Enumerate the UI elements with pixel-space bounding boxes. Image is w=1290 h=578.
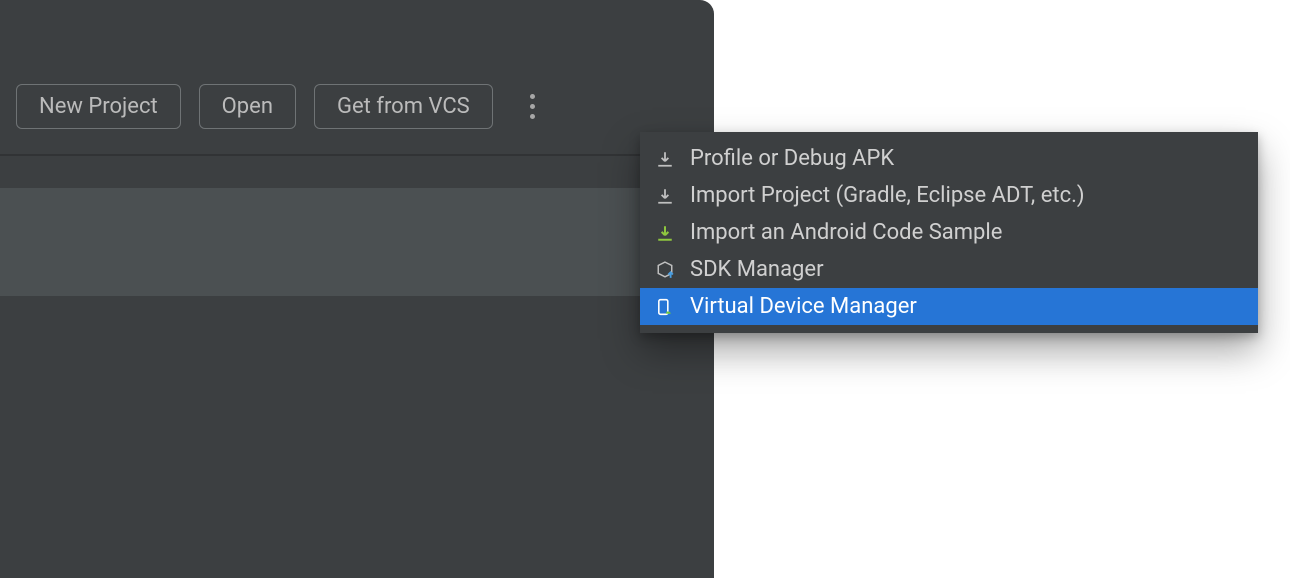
menu-item-label: SDK Manager [690,257,824,282]
menu-item-virtual-device-manager[interactable]: Virtual Device Manager [640,288,1258,325]
android-import-icon [654,222,676,244]
get-from-vcs-button[interactable]: Get from VCS [314,84,493,129]
import-arrow-icon [654,148,676,170]
menu-item-label: Profile or Debug APK [690,146,894,171]
open-button[interactable]: Open [199,84,296,129]
vertical-dots-icon [530,94,535,119]
menu-item-label: Import an Android Code Sample [690,220,1002,245]
toolbar-divider [0,154,714,156]
more-actions-menu: Profile or Debug APK Import Project (Gra… [640,132,1258,333]
virtual-device-icon [654,296,676,318]
recent-project-row[interactable] [0,188,714,296]
menu-item-import-sample[interactable]: Import an Android Code Sample [640,214,1258,251]
new-project-button[interactable]: New Project [16,84,181,129]
menu-item-label: Virtual Device Manager [690,294,917,319]
import-arrow-icon [654,185,676,207]
menu-item-profile-debug-apk[interactable]: Profile or Debug APK [640,140,1258,177]
menu-item-sdk-manager[interactable]: SDK Manager [640,251,1258,288]
menu-item-label: Import Project (Gradle, Eclipse ADT, etc… [690,183,1085,208]
welcome-window: New Project Open Get from VCS [0,0,714,578]
menu-item-import-project[interactable]: Import Project (Gradle, Eclipse ADT, etc… [640,177,1258,214]
more-actions-button[interactable] [517,91,549,123]
toolbar: New Project Open Get from VCS [16,84,549,129]
sdk-box-icon [654,259,676,281]
